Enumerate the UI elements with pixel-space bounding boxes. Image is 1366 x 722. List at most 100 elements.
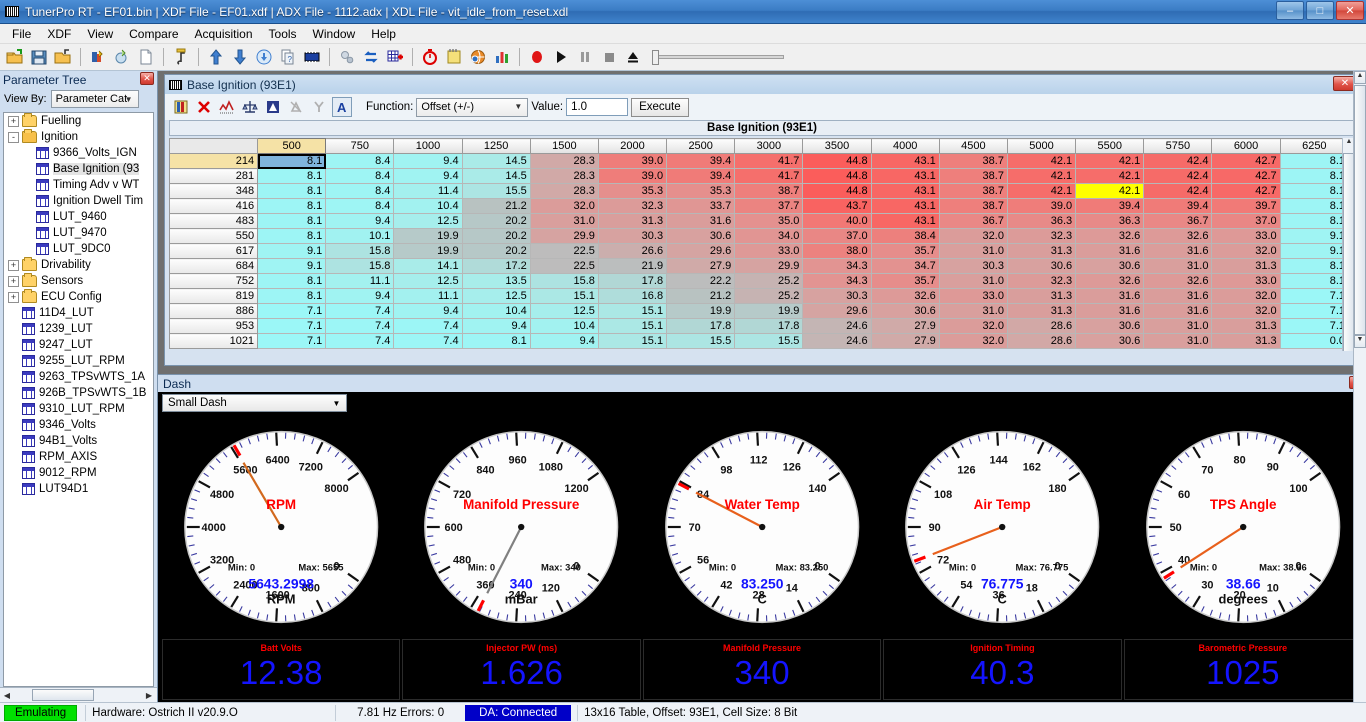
globe-clock-icon[interactable] [467, 46, 489, 68]
table-cell[interactable]: 43.1 [870, 168, 940, 184]
table-cell[interactable]: 43.1 [870, 198, 940, 214]
table-cell[interactable]: 19.9 [734, 303, 804, 319]
row-header-281[interactable]: 281 [169, 168, 259, 184]
table-cell[interactable]: 35.3 [666, 183, 736, 199]
table-cell[interactable]: 36.3 [1006, 213, 1077, 229]
table-cell[interactable]: 31.6 [1143, 288, 1213, 304]
table-cell[interactable]: 31.6 [1143, 303, 1213, 319]
expand-icon[interactable]: + [8, 275, 19, 287]
table-cell[interactable]: 19.9 [393, 243, 463, 259]
table-cell[interactable]: 27.9 [870, 333, 940, 349]
column-header-6250[interactable]: 6250 [1279, 138, 1350, 154]
table-cell[interactable]: 9.4 [529, 333, 599, 349]
view-by-select[interactable]: Parameter Cat ▼ [50, 90, 139, 108]
table-cell[interactable]: 38.0 [802, 243, 872, 259]
table-cell[interactable]: 37.0 [802, 228, 872, 244]
table-cell[interactable]: 9.4 [325, 213, 395, 229]
minimize-button[interactable]: – [1276, 1, 1304, 20]
menu-item-xdf[interactable]: XDF [39, 25, 79, 43]
hardware-emulator-icon[interactable] [301, 46, 323, 68]
table-cell[interactable]: 32.0 [938, 333, 1008, 349]
table-cell[interactable]: 31.6 [1075, 288, 1145, 304]
table-cell[interactable]: 8.1 [1279, 168, 1350, 184]
column-header-2500[interactable]: 2500 [666, 138, 736, 154]
table-cell[interactable]: 8.1 [1279, 153, 1350, 169]
graph-icon[interactable] [217, 97, 237, 117]
table-cell[interactable]: 42.1 [1006, 168, 1077, 184]
tree-item-9346-volts[interactable]: 9346_Volts [4, 417, 153, 433]
table-cell[interactable]: 15.1 [529, 288, 599, 304]
table-cell[interactable]: 7.1 [1279, 288, 1350, 304]
table-cell[interactable]: 37.7 [734, 198, 804, 214]
table-cell[interactable]: 43.7 [802, 198, 872, 214]
table-cell[interactable]: 42.1 [1075, 183, 1145, 199]
table-cell[interactable]: 32.3 [1006, 273, 1077, 289]
table-cell[interactable]: 38.7 [938, 168, 1008, 184]
column-header-5500[interactable]: 5500 [1075, 138, 1145, 154]
table-cell[interactable]: 8.4 [325, 168, 395, 184]
table-cell[interactable]: 19.9 [393, 228, 463, 244]
table-cell[interactable]: 9.1 [1279, 243, 1350, 259]
scroll-right-icon[interactable]: ▶ [142, 691, 156, 700]
table-cell[interactable]: 38.7 [734, 183, 804, 199]
table-cell[interactable]: 31.3 [1006, 303, 1077, 319]
download-arrow-icon[interactable] [229, 46, 251, 68]
scroll-up-icon[interactable]: ▲ [1354, 71, 1366, 84]
table-cell[interactable]: 32.6 [1143, 273, 1213, 289]
table-cell[interactable]: 44.8 [802, 153, 872, 169]
row-header-416[interactable]: 416 [169, 198, 259, 214]
table-cell[interactable]: 30.6 [1075, 258, 1145, 274]
table-cell[interactable]: 32.0 [1211, 303, 1281, 319]
table-cell[interactable]: 41.7 [734, 168, 804, 184]
table-cell[interactable]: 31.3 [1211, 318, 1281, 334]
table-cell[interactable]: 34.3 [802, 258, 872, 274]
table-cell[interactable]: 8.4 [325, 198, 395, 214]
table-properties-icon[interactable] [171, 97, 191, 117]
upload-arrow-icon[interactable] [205, 46, 227, 68]
table-cell[interactable]: 7.1 [1279, 318, 1350, 334]
delta-compare-icon[interactable] [263, 97, 283, 117]
table-cell[interactable]: 35.7 [870, 243, 940, 259]
settings-gears-icon[interactable] [336, 46, 358, 68]
column-header-2000[interactable]: 2000 [597, 138, 668, 154]
table-cell[interactable]: 42.4 [1143, 168, 1213, 184]
download-circle-icon[interactable] [253, 46, 275, 68]
table-cell[interactable]: 9.1 [1279, 228, 1350, 244]
table-cell[interactable]: 8.1 [257, 288, 327, 304]
function-select[interactable]: Offset (+/-) ▼ [416, 97, 529, 117]
table-cell[interactable]: 10.4 [461, 303, 531, 319]
table-cell[interactable]: 12.5 [393, 273, 463, 289]
column-header-500[interactable]: 500 [257, 138, 327, 154]
table-cell[interactable]: 28.3 [529, 153, 599, 169]
table-cell[interactable]: 42.1 [1006, 183, 1077, 199]
table-cell[interactable]: 7.4 [393, 318, 463, 334]
table-cell[interactable]: 11.1 [325, 273, 395, 289]
playback-slider[interactable] [652, 50, 784, 65]
table-cell[interactable]: 7.1 [257, 333, 327, 349]
tree-item-lut-9dc0[interactable]: LUT_9DC0 [4, 241, 153, 257]
tree-item-lut94d1[interactable]: LUT94D1 [4, 481, 153, 497]
table-cell[interactable]: 33.0 [1211, 273, 1281, 289]
open-file-icon[interactable] [4, 46, 26, 68]
table-cell[interactable]: 17.8 [666, 318, 736, 334]
mdi-vscroll-thumb[interactable] [1354, 85, 1366, 335]
table-cell[interactable]: 34.0 [734, 228, 804, 244]
table-cell[interactable]: 7.4 [325, 303, 395, 319]
table-cell[interactable]: 16.8 [597, 288, 668, 304]
table-cell[interactable]: 24.6 [802, 318, 872, 334]
expand-icon[interactable]: + [8, 291, 19, 303]
ignition-table[interactable]: 500 750 1000 1250 1500 2000 2500 3000 3500 4000 45… [169, 138, 1350, 349]
table-cell[interactable]: 37.0 [1211, 213, 1281, 229]
copy-help-icon[interactable]: ? [277, 46, 299, 68]
execute-button[interactable]: Execute [631, 97, 689, 117]
tree-item-9263-tpsvwts-1a[interactable]: 9263_TPSvWTS_1A [4, 369, 153, 385]
table-cell[interactable]: 26.6 [597, 243, 668, 259]
table-cell[interactable]: 31.6 [666, 213, 736, 229]
table-cell[interactable]: 28.3 [529, 168, 599, 184]
play-icon[interactable] [550, 46, 572, 68]
table-cell[interactable]: 40.0 [802, 213, 872, 229]
table-cell[interactable]: 41.7 [734, 153, 804, 169]
table-cell[interactable]: 33.7 [666, 198, 736, 214]
table-cell[interactable]: 8.1 [257, 198, 327, 214]
value-input[interactable]: 1.0 [566, 98, 629, 116]
